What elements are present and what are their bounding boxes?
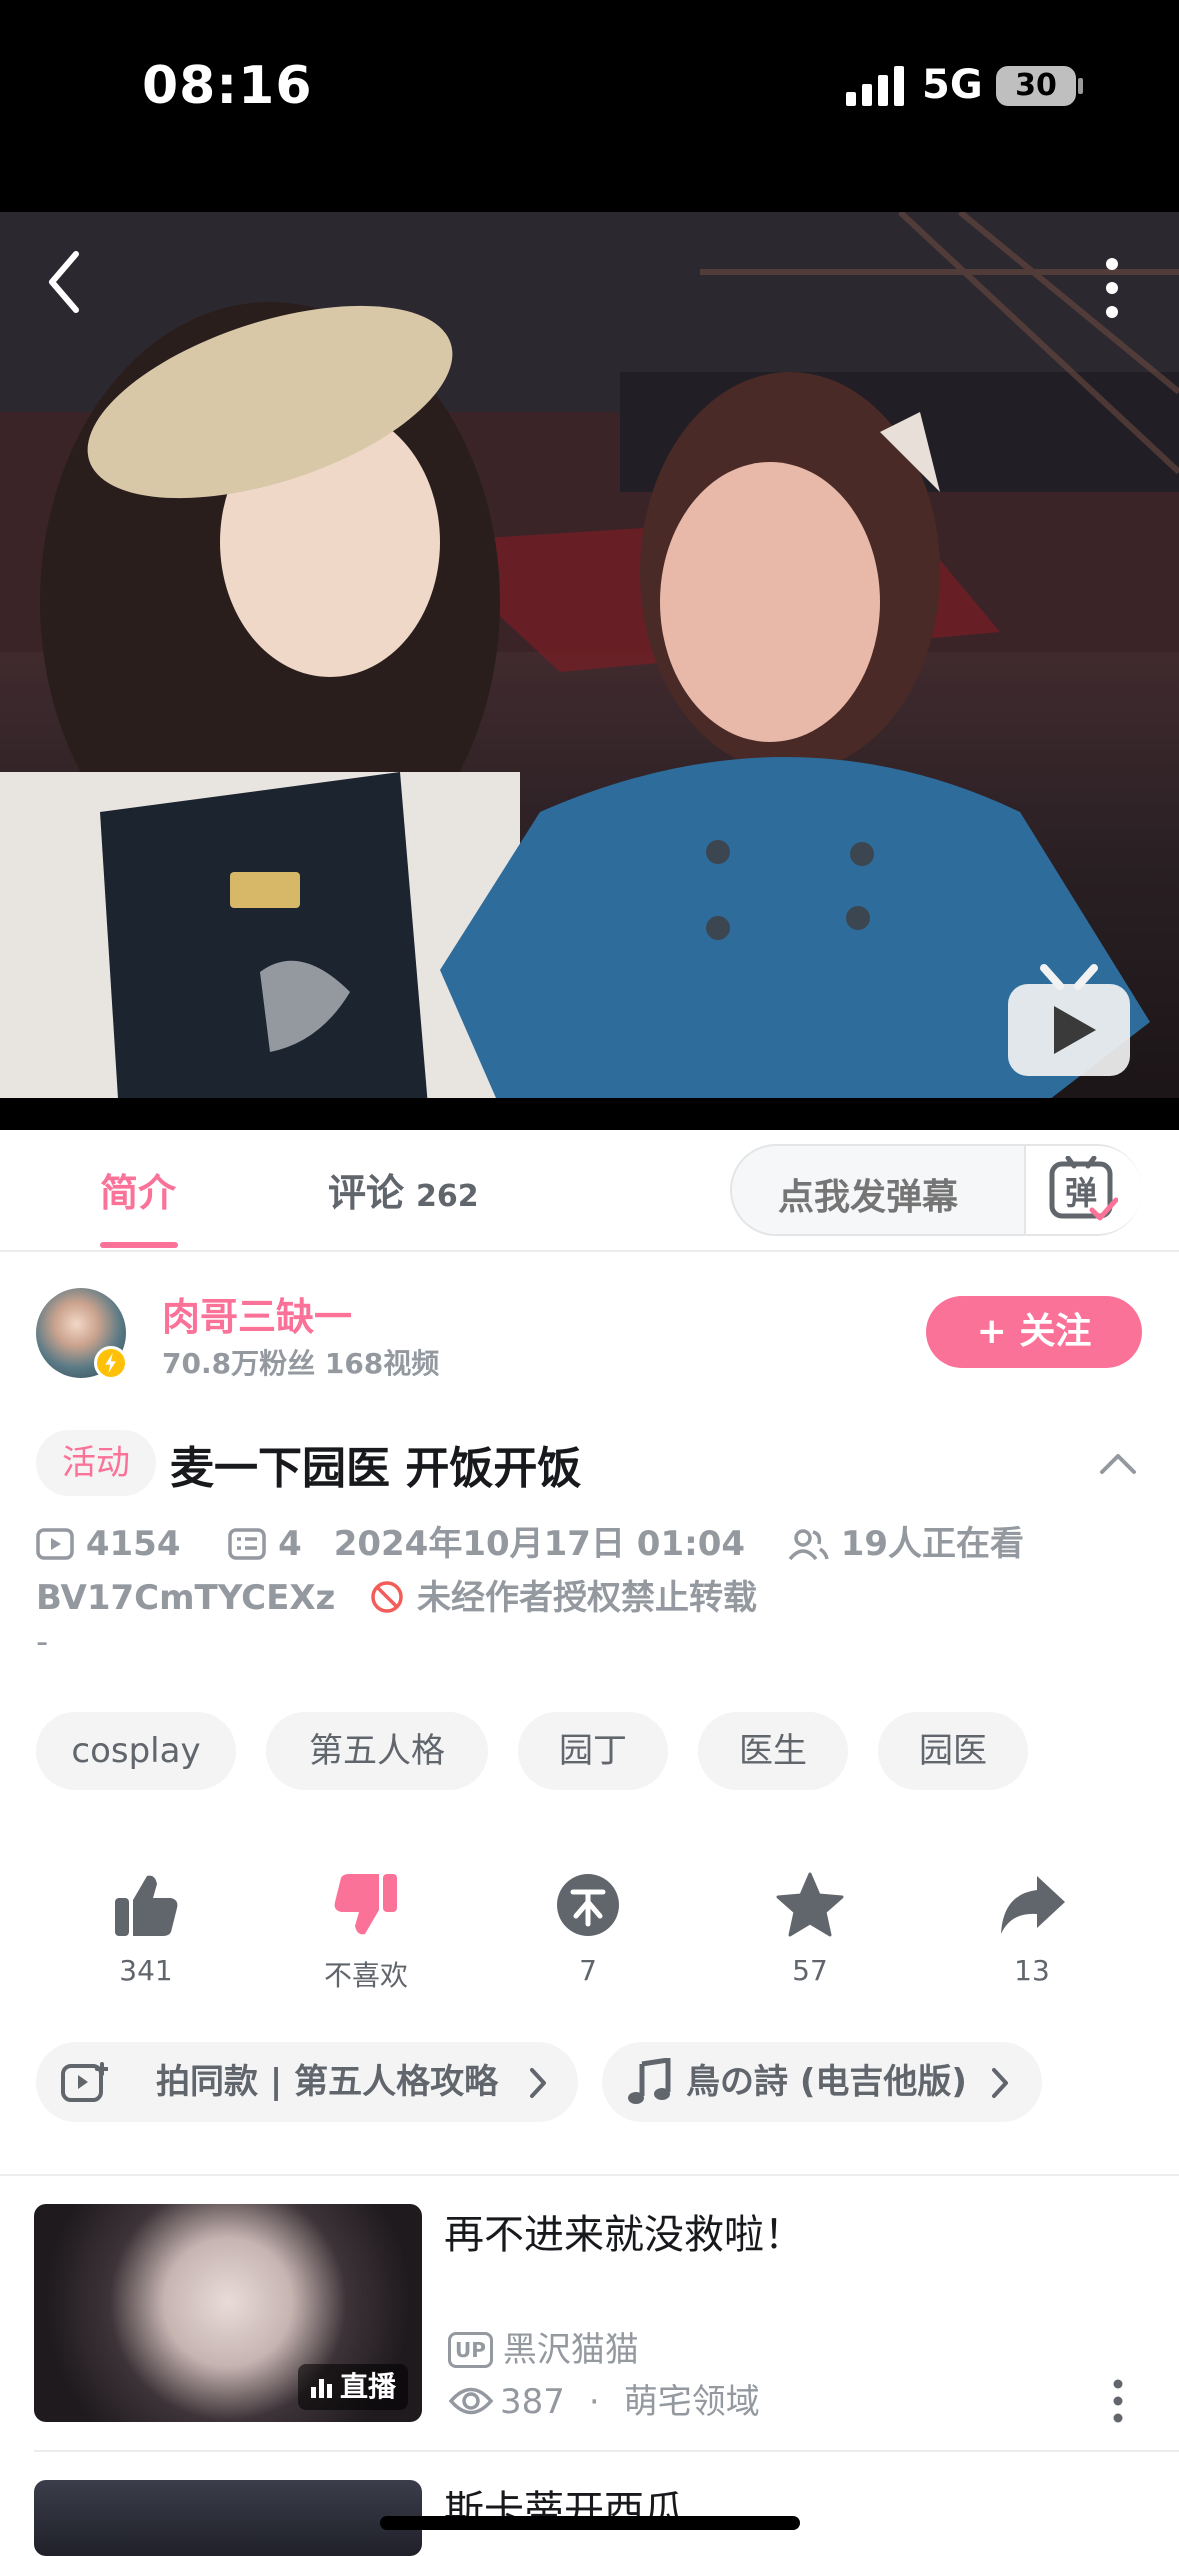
recommendation-up[interactable]: UP 黑沢猫猫 bbox=[448, 2322, 639, 2371]
dislike-label: 不喜欢 bbox=[323, 1959, 408, 1992]
recommendation-divider bbox=[34, 2450, 1179, 2452]
home-indicator bbox=[380, 2516, 800, 2530]
coin-count: 7 bbox=[579, 1954, 597, 1987]
share-icon bbox=[1001, 1876, 1065, 1934]
play-count: 4154 bbox=[85, 1524, 181, 1564]
uploader-name[interactable]: 肉哥三缺一 bbox=[162, 1286, 352, 1341]
danmaku-icon: 弹 bbox=[1049, 1156, 1118, 1221]
music-chip[interactable]: 鳥の詩 (电吉他版) bbox=[602, 2042, 1042, 2122]
follow-button[interactable]: + 关注 bbox=[926, 1296, 1142, 1368]
favorite-count: 57 bbox=[792, 1954, 828, 1987]
tag-chip[interactable]: 医生 bbox=[698, 1712, 848, 1790]
eye-icon bbox=[448, 2387, 494, 2415]
favorite-button[interactable]: 57 bbox=[740, 1870, 880, 1987]
comments-count: 262 bbox=[416, 1179, 479, 1214]
coin-icon bbox=[557, 1874, 619, 1936]
tag-chip[interactable]: 园丁 bbox=[518, 1712, 668, 1790]
tag-chip[interactable]: cosplay bbox=[36, 1712, 236, 1790]
danmaku-bar[interactable]: 点我发弹幕 弹 bbox=[730, 1144, 1142, 1236]
chevron-right-icon bbox=[992, 2068, 1008, 2098]
danmaku-toggle-button[interactable]: 弹 bbox=[1024, 1146, 1142, 1234]
viewers-icon bbox=[788, 1529, 829, 1561]
recommendation-meta: 387 · 萌宅领域 bbox=[448, 2374, 760, 2423]
signal-icon bbox=[846, 66, 904, 106]
battery-icon: 30 bbox=[996, 66, 1076, 106]
publish-date: 2024年10月17日 01:04 bbox=[333, 1524, 746, 1564]
battery-cap bbox=[1078, 78, 1083, 94]
like-button[interactable]: 341 bbox=[76, 1870, 216, 1987]
play-count-icon bbox=[36, 1528, 74, 1560]
tag-chip[interactable]: 第五人格 bbox=[266, 1712, 488, 1790]
recommendation-title[interactable]: 再不进来就没救啦！ bbox=[444, 2202, 804, 2260]
bvid: BV17CmTYCEXz bbox=[36, 1578, 336, 1618]
camera-plus-icon bbox=[61, 2062, 108, 2102]
watching-now: 19人正在看 bbox=[840, 1524, 1025, 1564]
danmaku-input[interactable]: 点我发弹幕 bbox=[778, 1168, 958, 1220]
tab-comments-label: 评论 bbox=[328, 1171, 405, 1215]
star-icon bbox=[776, 1872, 844, 1937]
up-icon: UP bbox=[448, 2332, 493, 2368]
video-description: - bbox=[36, 1622, 49, 1662]
chevron-up-icon[interactable] bbox=[1098, 1448, 1138, 1478]
recommendation-thumbnail[interactable]: 直播 bbox=[34, 2204, 422, 2422]
video-meta-secondary: BV17CmTYCEXz 未经作者授权禁止转载 bbox=[36, 1570, 758, 1618]
copyright-notice: 未经作者授权禁止转载 bbox=[417, 1578, 758, 1618]
danmaku-icon-char: 弹 bbox=[1065, 1174, 1097, 1212]
verified-badge-icon bbox=[94, 1346, 128, 1380]
danmaku-count: 4 bbox=[278, 1524, 302, 1564]
section-divider bbox=[0, 2174, 1179, 2176]
tab-bar: 简介 评论 262 点我发弹幕 弹 bbox=[0, 1130, 1179, 1252]
same-style-label: 拍同款 | 第五人格攻略 bbox=[156, 2062, 499, 2102]
recommendation-views: 387 bbox=[500, 2382, 565, 2422]
share-count: 13 bbox=[1014, 1954, 1050, 1987]
dislike-button[interactable]: 不喜欢 bbox=[296, 1870, 436, 1994]
more-options-icon[interactable] bbox=[1108, 2376, 1128, 2426]
video-bottom-strip bbox=[0, 1098, 1179, 1130]
network-label: 5G bbox=[922, 62, 983, 108]
live-badge: 直播 bbox=[297, 2364, 408, 2410]
live-badge-label: 直播 bbox=[339, 2370, 396, 2403]
live-bars-icon bbox=[310, 2379, 332, 2398]
tag-chip[interactable]: 园医 bbox=[878, 1712, 1028, 1790]
music-note-icon bbox=[628, 2058, 671, 2104]
video-frame bbox=[0, 212, 1179, 1130]
back-icon[interactable] bbox=[40, 242, 92, 322]
coin-button[interactable]: 7 bbox=[518, 1870, 658, 1987]
video-title: 麦一下园医 开饭开饭 bbox=[170, 1443, 582, 1494]
thumbs-down-icon bbox=[334, 1874, 397, 1935]
prohibited-icon bbox=[371, 1581, 403, 1613]
music-label: 鳥の詩 (电吉他版) bbox=[686, 2062, 967, 2102]
chevron-right-icon bbox=[530, 2068, 546, 2098]
activity-tag[interactable]: 活动 bbox=[36, 1430, 156, 1496]
video-meta: 4154 4 2024年10月17日 01:04 19人正在看 bbox=[36, 1516, 1032, 1564]
video-player[interactable] bbox=[0, 212, 1179, 1130]
more-options-icon[interactable] bbox=[1092, 248, 1132, 328]
thumbs-up-icon bbox=[115, 1875, 178, 1936]
like-count: 341 bbox=[119, 1954, 173, 1987]
recommendation-up-name: 黑沢猫猫 bbox=[502, 2330, 639, 2370]
danmaku-count-icon bbox=[228, 1528, 267, 1560]
status-time: 08:16 bbox=[142, 56, 313, 116]
share-button[interactable]: 13 bbox=[962, 1870, 1102, 1987]
tab-intro[interactable]: 简介 bbox=[100, 1162, 176, 1217]
meta-separator: · bbox=[588, 2382, 600, 2422]
status-bar: 08:16 5G 30 bbox=[0, 0, 1179, 212]
recommendation-thumbnail[interactable] bbox=[34, 2480, 422, 2556]
uploader-stats: 70.8万粉丝 168视频 bbox=[162, 1347, 440, 1380]
recommendation-category: 萌宅领域 bbox=[623, 2382, 760, 2422]
same-style-chip[interactable]: 拍同款 | 第五人格攻略 bbox=[36, 2042, 578, 2122]
play-tv-icon[interactable] bbox=[1004, 960, 1134, 1080]
tab-comments[interactable]: 评论 262 bbox=[328, 1162, 479, 1217]
tab-active-indicator bbox=[100, 1242, 178, 1248]
